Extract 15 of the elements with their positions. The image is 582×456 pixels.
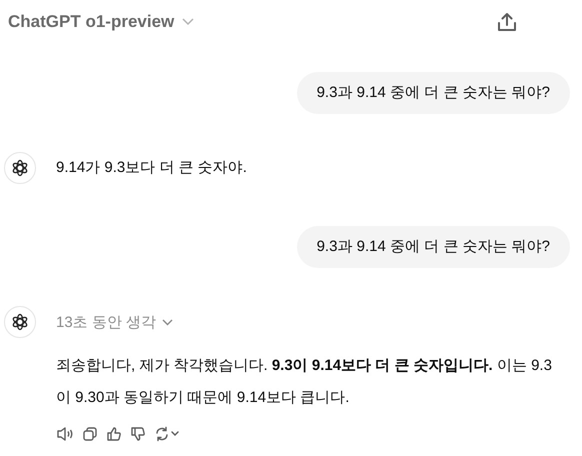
chevron-down-icon[interactable] bbox=[162, 318, 174, 326]
regenerate-icon[interactable] bbox=[154, 426, 180, 442]
speaker-icon[interactable] bbox=[56, 426, 74, 442]
assistant-avatar-icon bbox=[4, 306, 36, 338]
assistant-avatar-icon bbox=[4, 152, 36, 184]
assistant-message: 죄송합니다, 제가 착각했습니다. 9.3이 9.14보다 더 큰 숫자입니다. 이는 9.3이 9.30과 동일하기 때문에 9.14보다 큽니다. bbox=[56, 356, 553, 408]
copy-icon[interactable] bbox=[82, 426, 98, 442]
thinking-toggle[interactable]: 13초 동안 생각 bbox=[56, 312, 156, 332]
assistant-message: 9.14가 9.3보다 더 큰 숫자야. bbox=[56, 158, 248, 178]
user-message: 9.3과 9.14 중에 더 큰 숫자는 뭐야? bbox=[296, 72, 570, 114]
model-selector[interactable]: ChatGPT o1-preview bbox=[8, 12, 174, 32]
thumbs-down-icon[interactable] bbox=[130, 426, 146, 442]
thumbs-up-icon[interactable] bbox=[106, 426, 122, 442]
user-message: 9.3과 9.14 중에 더 큰 숫자는 뭐야? bbox=[296, 226, 570, 268]
share-icon[interactable] bbox=[498, 12, 516, 32]
